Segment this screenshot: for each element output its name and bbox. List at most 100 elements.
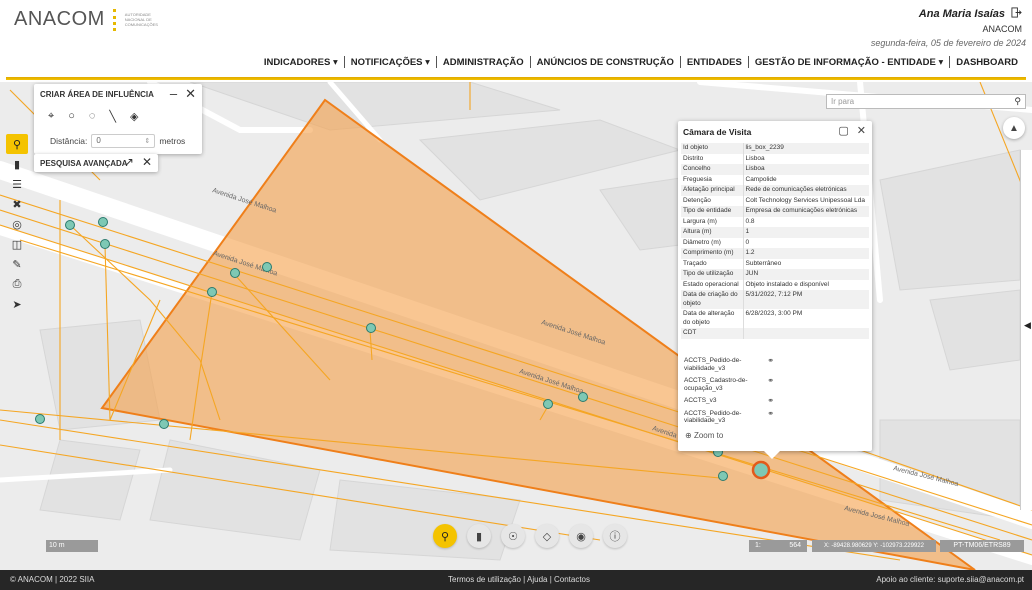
logo-separator xyxy=(112,8,117,31)
attribute-row: Id objeto lis_box_2239 xyxy=(681,143,869,154)
link-icon[interactable]: ⚭ xyxy=(767,357,774,372)
attribute-key: Tipo de utilização xyxy=(681,269,743,280)
north-arrow-icon[interactable]: ▲ xyxy=(1003,117,1025,139)
attachment-link[interactable]: ACCTS_Pedido-de-viabilidade_v3 ⚭ xyxy=(684,357,774,372)
link-icon[interactable]: ⚭ xyxy=(767,377,774,392)
compass-icon[interactable]: ➤ xyxy=(6,294,28,314)
current-date: segunda-feira, 05 de fevereiro de 2024 xyxy=(870,38,1026,48)
logout-icon[interactable] xyxy=(1011,7,1022,21)
attribute-value: Colt Technology Services Unipessoal Lda xyxy=(742,195,869,206)
attribute-table: Id objeto lis_box_2239 Distrito Lisboa Conce… xyxy=(681,143,869,339)
attribute-key: Detenção xyxy=(683,196,711,204)
map-scale[interactable]: 1: 564 xyxy=(749,540,807,552)
advanced-search-panel: PESQUISA AVANÇADA ↗ ✕ xyxy=(34,154,158,172)
scale-prefix: 1: xyxy=(755,542,761,549)
print-icon[interactable]: ⎙ xyxy=(6,274,28,294)
left-toolbar: ⚲ ▮ ☰ ✖ ◎ ◫ ✎ ⎙ ➤ xyxy=(6,134,28,314)
popup-controls: ▢ ✕ xyxy=(838,124,866,137)
tools-icon[interactable]: ✖ xyxy=(6,194,28,214)
attribute-value: 1.2 xyxy=(742,248,869,259)
header-accent-line xyxy=(6,77,1026,80)
close-icon[interactable]: ✕ xyxy=(857,124,866,137)
anacom-logo[interactable]: ANACOM AUTORIDADE NACIONAL DE COMUNICAÇÕ… xyxy=(14,8,165,31)
distance-label: Distância: xyxy=(50,136,88,146)
bookmark-icon[interactable]: ▮ xyxy=(467,524,491,548)
attachment-link[interactable]: ACCTS_v3 ⚭ xyxy=(684,397,774,405)
distance-input[interactable]: 0 ⇕ xyxy=(91,134,156,148)
attribute-key: Afetação principal xyxy=(681,185,743,196)
attribute-key: Diâmetro (m) xyxy=(683,238,721,246)
search-icon[interactable]: ⚲ xyxy=(1014,95,1021,108)
attribute-value: 0.8 xyxy=(742,216,869,227)
bookmark-icon[interactable]: ▮ xyxy=(6,154,28,174)
zoom-to-link[interactable]: ⊕ Zoom to xyxy=(685,431,723,440)
menu-administracao[interactable]: ADMINISTRAÇÃO xyxy=(437,57,530,68)
circle-draw-icon[interactable]: ○ xyxy=(68,110,75,123)
panel-controls: – ✕ xyxy=(170,86,196,102)
manhole-marker xyxy=(159,419,169,429)
point-draw-icon[interactable]: ◈ xyxy=(130,110,138,123)
attribute-row: Tipo de entidade Empresa de comunicações … xyxy=(681,206,869,217)
attribute-row: Freguesia Campolide xyxy=(681,174,869,185)
distance-value: 0 xyxy=(96,136,101,145)
eraser-icon[interactable]: ◇ xyxy=(535,524,559,548)
locate-icon[interactable]: ☉ xyxy=(501,524,525,548)
pin-icon[interactable]: ◉ xyxy=(569,524,593,548)
attachment-link[interactable]: ACCTS_Pedido-de-viabilidade_v3 ⚭ xyxy=(684,409,774,425)
attribute-row: Altura (m) 1 xyxy=(681,227,869,238)
spinner-icon[interactable]: ⇕ xyxy=(144,136,150,148)
freehand-draw-icon[interactable]: ◌ xyxy=(89,110,96,123)
menu-dashboard[interactable]: DASHBOARD xyxy=(950,57,1024,68)
pencil-icon[interactable]: ✎ xyxy=(6,254,28,274)
attribute-key: CDT xyxy=(681,328,743,339)
goto-input[interactable]: Ir para ⚲ xyxy=(826,94,1026,109)
info-icon[interactable]: ⓘ xyxy=(603,524,627,548)
import-icon[interactable]: ◫ xyxy=(6,234,28,254)
projection-selector[interactable]: PT-TM06/ETRS89 xyxy=(940,540,1024,552)
user-block: Ana Maria Isaías ANACOM xyxy=(919,4,1022,34)
attribute-key: Traçado xyxy=(683,259,707,267)
close-icon[interactable]: ✕ xyxy=(142,155,152,169)
attribute-value: Lisboa xyxy=(742,164,869,175)
building-block xyxy=(149,439,321,541)
menu-indicadores[interactable]: INDICADORES ▾ xyxy=(258,57,344,68)
building-block xyxy=(39,439,141,521)
attribute-row: Tipo de utilização JUN xyxy=(681,269,869,280)
building-block xyxy=(329,479,521,561)
manhole-marker xyxy=(366,323,376,333)
search-icon[interactable]: ⚲ xyxy=(6,134,28,154)
menu-anuncios-construcao[interactable]: ANÚNCIOS DE CONSTRUÇÃO xyxy=(531,57,680,68)
menu-notificacoes[interactable]: NOTIFICAÇÕES ▾ xyxy=(345,57,436,68)
manhole-marker xyxy=(65,220,75,230)
attribute-key: Tipo de entidade xyxy=(681,206,743,217)
draw-tools: ⌖ ○ ◌ ╲ ◈ xyxy=(48,110,139,123)
attribute-value xyxy=(742,328,869,339)
expand-icon[interactable]: ↗ xyxy=(124,155,134,169)
line-draw-icon[interactable]: ╲ xyxy=(109,110,116,123)
building-block xyxy=(879,149,1021,291)
layers-icon[interactable]: ☰ xyxy=(6,174,28,194)
attribute-key: Altura (m) xyxy=(681,227,743,238)
manhole-marker xyxy=(543,399,553,409)
minimize-icon[interactable]: – xyxy=(170,86,177,102)
user-organization: ANACOM xyxy=(982,24,1022,34)
search-icon[interactable]: ⚲ xyxy=(433,524,457,548)
globe-icon[interactable]: ◎ xyxy=(6,214,28,234)
link-icon[interactable]: ⚭ xyxy=(767,409,774,425)
menu-entidades[interactable]: ENTIDADES xyxy=(681,57,748,68)
footer-support[interactable]: Apoio ao cliente: suporte.siia@anacom.pt xyxy=(876,570,1024,590)
polygon-draw-icon[interactable]: ⌖ xyxy=(48,110,54,123)
attribute-row: CDT xyxy=(681,328,869,339)
close-icon[interactable]: ✕ xyxy=(185,86,196,102)
footer-links[interactable]: Termos de utilização | Ajuda | Contactos xyxy=(448,570,590,590)
panel-controls: ↗ ✕ xyxy=(124,155,152,169)
caret-left-icon[interactable]: ◀ xyxy=(1024,320,1031,331)
attachment-link[interactable]: ACCTS_Cadastro-de-ocupação_v3 ⚭ xyxy=(684,377,774,392)
menu-gestao-informacao[interactable]: GESTÃO DE INFORMAÇÃO - ENTIDADE ▾ xyxy=(749,57,949,68)
link-icon[interactable]: ⚭ xyxy=(767,397,774,405)
attribute-row: Concelho Lisboa xyxy=(681,164,869,175)
attachment-label: ACCTS_Pedido-de-viabilidade_v3 xyxy=(684,409,742,425)
scale-bar: 10 m xyxy=(46,540,98,552)
dock-icon[interactable]: ▢ xyxy=(838,124,848,137)
selected-manhole-marker xyxy=(751,460,771,480)
